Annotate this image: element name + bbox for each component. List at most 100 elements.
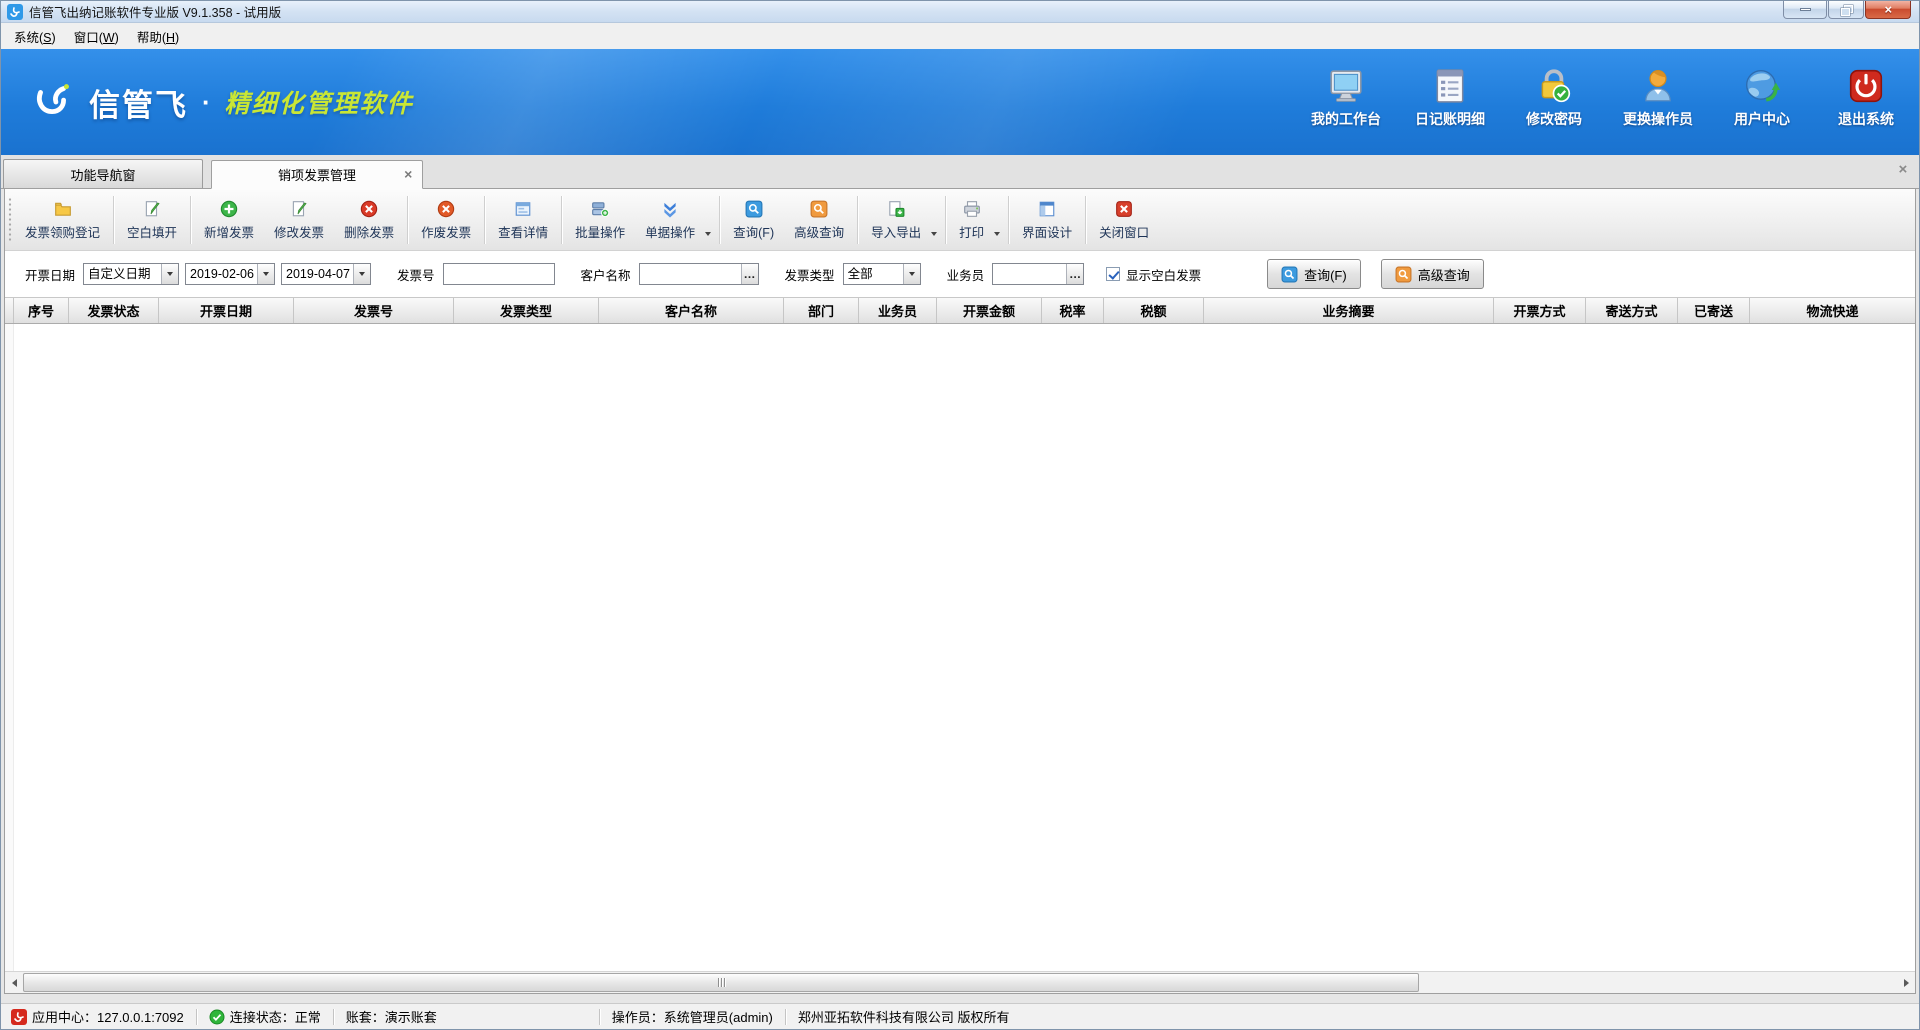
toolbar-invoice-purchase-register-button[interactable]: 发票领购登记 <box>15 192 110 248</box>
salesman-input[interactable] <box>993 264 1066 284</box>
banner-action-workbench[interactable]: 我的工作台 <box>1307 67 1385 129</box>
import-export-dropdown-arrow[interactable] <box>931 192 942 248</box>
window-title: 信管飞出纳记账软件专业版 V9.1.358 - 试用版 <box>29 2 281 21</box>
minimize-button[interactable] <box>1783 1 1827 19</box>
date-from-combobox[interactable]: 2019-02-06 <box>185 263 275 285</box>
column-header-sent[interactable]: 已寄送 <box>1678 298 1750 323</box>
show-blank-checkbox[interactable] <box>1106 267 1120 281</box>
column-header-invoice-type[interactable]: 发票类型 <box>454 298 599 323</box>
status-separator <box>785 1009 786 1025</box>
printer-icon <box>963 200 981 218</box>
row-indicator-column <box>5 298 14 323</box>
toolbar-add-invoice-button[interactable]: 新增发票 <box>194 192 264 248</box>
restore-button[interactable] <box>1828 1 1864 19</box>
banner-action-journal[interactable]: 日记账明细 <box>1411 67 1489 129</box>
close-icon: × <box>1884 3 1892 16</box>
toolbar-close-window-button[interactable]: 关闭窗口 <box>1089 192 1159 248</box>
invoice-type-dropdown-button[interactable] <box>903 264 920 284</box>
column-header-send-method[interactable]: 寄送方式 <box>1586 298 1678 323</box>
banner-action-user-center[interactable]: 用户中心 <box>1723 67 1801 129</box>
tabstrip-close-icon[interactable]: × <box>1898 161 1907 178</box>
banner-action-switch-operator[interactable]: 更换操作员 <box>1619 67 1697 129</box>
scrollbar-track[interactable] <box>23 972 1897 993</box>
tab-function-nav[interactable]: 功能导航窗 <box>3 159 203 188</box>
scroll-left-button[interactable] <box>5 972 23 993</box>
column-header-amount[interactable]: 开票金额 <box>937 298 1042 323</box>
column-header-invoice-no[interactable]: 发票号 <box>294 298 454 323</box>
brand-dot: · <box>202 87 211 118</box>
menu-system[interactable]: 系统(S) <box>5 23 65 50</box>
scroll-right-button[interactable] <box>1897 972 1915 993</box>
menubar: 系统(S) 窗口(W) 帮助(H) <box>1 23 1919 49</box>
column-header-invoice-status[interactable]: 发票状态 <box>69 298 159 323</box>
advanced-query-button[interactable]: 高级查询 <box>1381 259 1484 289</box>
toolbar-batch-ops-button[interactable]: 批量操作 <box>565 192 635 248</box>
invoice-panel: 发票领购登记 空白填开 新增发票 <box>4 189 1916 994</box>
toolbar-void-invoice-button[interactable]: 作废发票 <box>411 192 481 248</box>
status-account-set: 账套：演示账套 <box>346 1007 437 1026</box>
banner-action-exit[interactable]: 退出系统 <box>1827 67 1905 129</box>
row-indicator-column <box>5 324 14 971</box>
customer-label: 客户名称 <box>581 265 631 284</box>
toolbar-view-detail-button[interactable]: 查看详情 <box>488 192 558 248</box>
brand-name: 信管飞 <box>89 80 188 125</box>
menu-help[interactable]: 帮助(H) <box>128 23 188 50</box>
date-from-dropdown-button[interactable] <box>257 264 274 284</box>
filter-bar: 开票日期 自定义日期 2019-02-06 2019-04-07 发票号 客户名… <box>5 251 1915 298</box>
toolbar-blank-fill-button[interactable]: 空白填开 <box>117 192 187 248</box>
table-body[interactable] <box>5 324 1915 971</box>
column-header-customer[interactable]: 客户名称 <box>599 298 784 323</box>
close-red-icon <box>1115 200 1133 218</box>
restore-icon <box>1841 5 1851 14</box>
lock-check-icon <box>1535 67 1573 105</box>
column-header-issue-method[interactable]: 开票方式 <box>1494 298 1586 323</box>
status-separator <box>599 1009 600 1025</box>
toolbar-grip[interactable] <box>8 197 12 242</box>
toolbar-edit-invoice-button[interactable]: 修改发票 <box>264 192 334 248</box>
close-button[interactable]: × <box>1865 1 1911 19</box>
add-circle-icon <box>220 200 238 218</box>
tab-sales-invoice-mgmt[interactable]: 销项发票管理 × <box>211 160 423 189</box>
customer-input[interactable] <box>640 264 741 284</box>
toolbar-separator <box>1085 196 1086 244</box>
doc-ops-dropdown-arrow[interactable] <box>705 192 716 248</box>
toolbar-separator <box>945 196 946 244</box>
toolbar-ui-design-button[interactable]: 界面设计 <box>1012 192 1082 248</box>
delete-circle-icon <box>360 200 378 218</box>
folder-icon <box>54 200 72 218</box>
scrollbar-thumb[interactable] <box>23 973 1419 992</box>
tab-close-icon[interactable]: × <box>404 167 412 181</box>
print-dropdown-arrow[interactable] <box>994 192 1005 248</box>
column-header-department[interactable]: 部门 <box>784 298 859 323</box>
toolbar-advanced-query-button[interactable]: 高级查询 <box>784 192 854 248</box>
layout-icon <box>1038 200 1056 218</box>
column-header-logistics[interactable]: 物流快递 <box>1750 298 1915 323</box>
invoice-no-label: 发票号 <box>397 265 435 284</box>
toolbar-doc-ops-button[interactable]: 单据操作 <box>635 192 705 248</box>
toolbar-query-button[interactable]: 查询(F) <box>723 192 784 248</box>
invoice-type-combobox[interactable]: 全部 <box>843 263 921 285</box>
invoice-no-input[interactable] <box>443 263 555 285</box>
date-to-dropdown-button[interactable] <box>353 264 370 284</box>
salesman-lookup-button[interactable]: … <box>1066 264 1083 284</box>
check-circle-icon <box>209 1009 225 1025</box>
column-header-seq[interactable]: 序号 <box>14 298 69 323</box>
date-to-combobox[interactable]: 2019-04-07 <box>281 263 371 285</box>
query-button[interactable]: 查询(F) <box>1267 259 1361 289</box>
toolbar-print-button[interactable]: 打印 <box>949 192 994 248</box>
toolbar-import-export-button[interactable]: 导入导出 <box>861 192 931 248</box>
column-header-salesman[interactable]: 业务员 <box>859 298 937 323</box>
column-header-tax-amount[interactable]: 税额 <box>1104 298 1204 323</box>
column-header-summary[interactable]: 业务摘要 <box>1204 298 1494 323</box>
column-header-invoice-date[interactable]: 开票日期 <box>159 298 294 323</box>
monitor-icon <box>1327 67 1365 105</box>
banner-action-change-password[interactable]: 修改密码 <box>1515 67 1593 129</box>
toolbar-delete-invoice-button[interactable]: 删除发票 <box>334 192 404 248</box>
status-connection: 连接状态：正常 <box>209 1007 321 1026</box>
column-header-tax-rate[interactable]: 税率 <box>1042 298 1104 323</box>
menu-window[interactable]: 窗口(W) <box>65 23 128 50</box>
customer-lookup-button[interactable]: … <box>741 264 758 284</box>
chevron-down-icon <box>909 272 915 276</box>
date-mode-combobox[interactable]: 自定义日期 <box>83 263 179 285</box>
date-mode-dropdown-button[interactable] <box>161 264 178 284</box>
